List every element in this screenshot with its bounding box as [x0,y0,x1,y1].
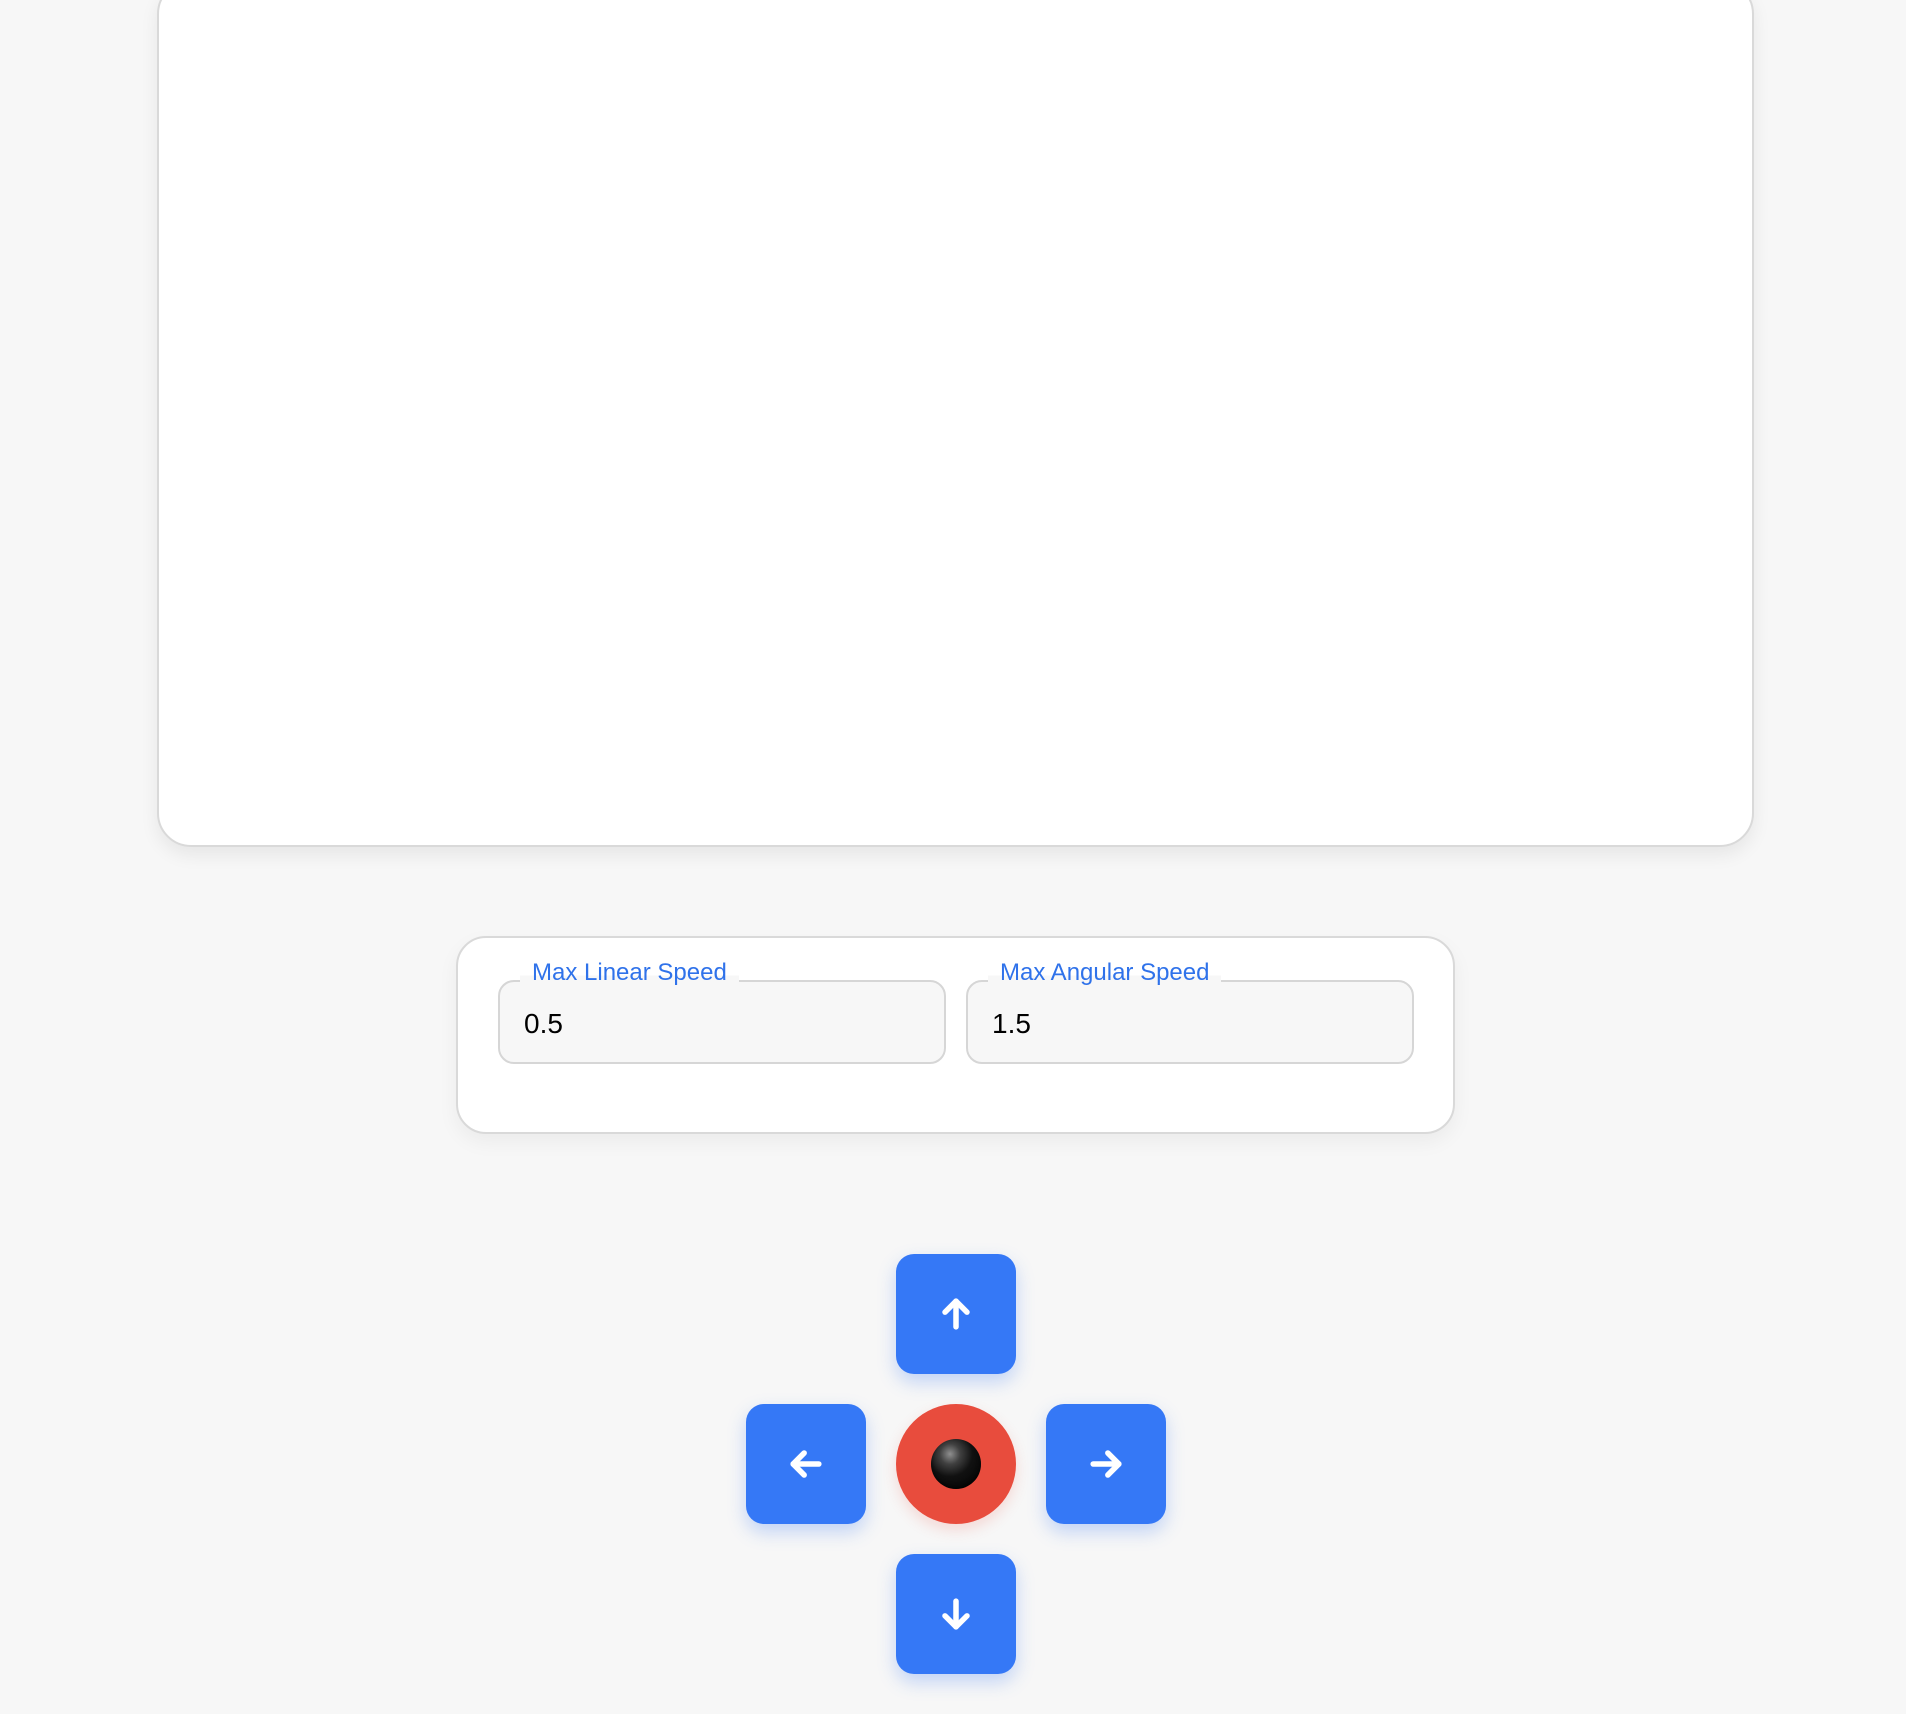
max-linear-speed-input[interactable] [524,1006,914,1042]
move-forward-button[interactable] [896,1254,1016,1374]
stop-button[interactable] [896,1404,1016,1524]
turn-left-button[interactable] [746,1404,866,1524]
move-backward-button[interactable] [896,1554,1016,1674]
arrow-left-icon [784,1442,828,1486]
arrow-up-icon [934,1292,978,1336]
max-linear-speed-label: Max Linear Speed [520,958,739,988]
max-angular-speed-input[interactable] [992,1006,1382,1042]
black-circle-icon [931,1439,981,1489]
max-angular-speed-label: Max Angular Speed [988,958,1222,988]
turn-right-button[interactable] [1046,1404,1166,1524]
max-linear-speed-field[interactable]: Max Linear Speed [498,958,946,1064]
speed-settings-card: Max Linear Speed Max Angular Speed [456,936,1455,1134]
display-panel [157,0,1754,847]
max-angular-speed-field[interactable]: Max Angular Speed [966,958,1414,1064]
arrow-down-icon [934,1592,978,1636]
arrow-right-icon [1084,1442,1128,1486]
